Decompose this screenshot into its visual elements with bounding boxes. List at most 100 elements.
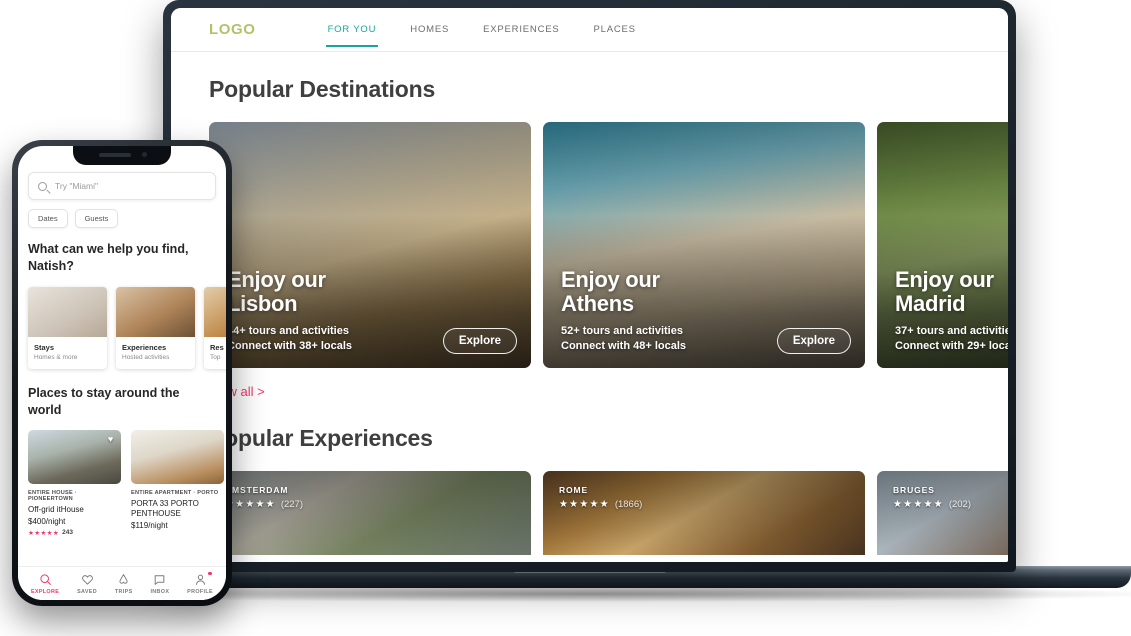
star-rating-icon: ★★★★★ [225,499,276,510]
mockup-stage: LOGO FOR YOU HOMES EXPERIENCES PLACES Po… [0,0,1131,636]
destination-overlay: Enjoy our Madrid 37+ tours and activitie… [895,268,1008,354]
listing-card-row: ♥ ENTIRE HOUSE · PIONEERTOWN Off-grid it… [28,429,224,537]
filter-chip-row: Dates Guests [28,209,216,228]
heart-icon[interactable]: ♥ [106,434,115,444]
review-count: (202) [948,499,972,510]
photo-scrim [543,471,865,555]
tab-profile[interactable]: PROFILE [187,571,213,595]
category-name-restaurants: Res [210,342,224,352]
listing-rating-ithouse: ★★★★★ 243 [28,529,121,537]
search-icon [38,181,47,191]
phone-screen: Try "Miami" Dates Guests What can we hel… [18,146,226,600]
experience-rating: ★★★★★ (202) [893,499,971,510]
nav-link-for-you[interactable]: FOR YOU [325,8,379,51]
experience-city-bruges: BRUGES [893,485,935,495]
listing-photo-ithouse: ♥ [28,429,121,484]
listing-name-porta33: PORTA 33 PORTO PENTHOUSE [131,498,199,518]
tab-label-saved: SAVED [77,588,97,595]
destination-overlay: Enjoy our Lisbon 44+ tours and activitie… [227,268,517,354]
nav-link-places[interactable]: PLACES [594,8,636,51]
category-sub-stays: Homes & more [34,353,78,361]
star-rating-icon: ★★★★★ [28,529,60,537]
primary-nav: FOR YOU HOMES EXPERIENCES PLACES [325,8,636,51]
destination-title-lisbon: Enjoy our Lisbon [227,268,517,315]
laptop-screen: LOGO FOR YOU HOMES EXPERIENCES PLACES Po… [171,8,1008,562]
person-icon [195,574,205,585]
destination-card-madrid[interactable]: Enjoy our Madrid 37+ tours and activitie… [877,122,1008,368]
experience-rating: ★★★★★ (1866) [559,499,642,510]
destination-card-athens[interactable]: Enjoy our Athens 52+ tours and activitie… [543,122,865,368]
tab-inbox[interactable]: INBOX [150,573,169,595]
filter-chip-dates[interactable]: Dates [28,209,68,228]
experience-city-amsterdam: AMSTERDAM [225,485,289,495]
destination-title-line1: Enjoy our [227,267,326,293]
experience-card-rome[interactable]: ROME ★★★★★ (1866) [543,471,865,555]
tab-saved[interactable]: SAVED [77,573,97,595]
destination-meta-madrid: 37+ tours and activities Connect with 29… [895,324,1008,354]
tab-label-profile: PROFILE [187,588,213,595]
laptop-mockup: LOGO FOR YOU HOMES EXPERIENCES PLACES Po… [13,0,1131,602]
review-count: (227) [280,499,304,510]
destination-tours: 37+ tours and activities [895,325,1008,338]
category-photo-experiences [116,286,195,337]
category-card-stays[interactable]: Stays Homes & more [28,286,107,369]
destination-title-madrid: Enjoy our Madrid [895,268,1008,315]
experience-city-rome: ROME [559,485,589,495]
explore-button-athens[interactable]: Explore [776,328,851,354]
tab-label-trips: TRIPS [114,588,133,595]
experience-card-row: AMSTERDAM ★★★★★ (227) ROME ★★★★★ (1866) … [209,471,1008,555]
filter-chip-guests[interactable]: Guests [74,209,119,228]
front-camera-icon [142,152,147,157]
tab-trips[interactable]: TRIPS [115,573,133,595]
photo-scrim [209,471,531,555]
category-card-experiences[interactable]: Experiences Hosted activities [116,286,195,369]
destination-title-athens: Enjoy our Athens [561,268,851,315]
nav-link-homes[interactable]: HOMES [410,8,449,51]
experience-card-bruges[interactable]: BRUGES ★★★★★ (202) [877,471,1008,555]
phone-mockup: Try "Miami" Dates Guests What can we hel… [12,140,232,606]
tab-label-explore: EXPLORE [30,588,60,595]
brand-logo[interactable]: LOGO [209,21,256,38]
explore-button-lisbon[interactable]: Explore [442,328,517,354]
phone-app-content: Try "Miami" Dates Guests What can we hel… [18,146,226,600]
listing-photo-porta33 [131,429,224,484]
destination-locals: Connect with 29+ locals [895,340,1008,353]
tab-label-inbox: INBOX [150,588,170,595]
listing-card-ithouse[interactable]: ♥ ENTIRE HOUSE · PIONEERTOWN Off-grid it… [28,429,121,537]
search-placeholder: Try "Miami" [55,181,99,191]
heart-icon [81,574,93,585]
category-name-experiences: Experiences [122,342,167,352]
review-count: (1866) [614,499,643,510]
destination-title-line2: Lisbon [227,290,298,316]
destination-meta-athens: 52+ tours and activities Connect with 48… [561,324,686,354]
destination-title-line1: Enjoy our [895,267,994,293]
airbnb-mark-icon [119,573,128,584]
category-text: Stays Homes & more [28,337,107,369]
destination-overlay: Enjoy our Athens 52+ tours and activitie… [561,268,851,354]
destination-footer: 44+ tours and activities Connect with 38… [227,324,517,354]
destination-tours: 44+ tours and activities [227,325,349,338]
phone-frame: Try "Miami" Dates Guests What can we hel… [12,140,232,606]
phone-notch [73,146,171,165]
category-sub-experiences: Hosted activities [122,353,170,361]
listing-kicker-porta33: ENTIRE APARTMENT · PORTO [131,489,219,496]
notification-badge [208,571,212,575]
tab-explore[interactable]: EXPLORE [31,573,59,595]
listing-kicker-ithouse: ENTIRE HOUSE · PIONEERTOWN [28,489,77,502]
experience-card-amsterdam[interactable]: AMSTERDAM ★★★★★ (227) [209,471,531,555]
destination-card-lisbon[interactable]: Enjoy our Lisbon 44+ tours and activitie… [209,122,531,368]
category-text: Res Top [204,337,226,369]
magnifier-icon [39,573,51,585]
site-navbar: LOGO FOR YOU HOMES EXPERIENCES PLACES [171,8,1008,52]
listing-price-porta33: $119/night [131,520,168,530]
destination-card-row: Enjoy our Lisbon 44+ tours and activitie… [209,122,1008,368]
search-input[interactable]: Try "Miami" [28,172,216,200]
page-content: Popular Destinations Enjoy our Lisbon 44… [171,52,1008,562]
listing-card-porta33[interactable]: ENTIRE APARTMENT · PORTO PORTA 33 PORTO … [131,429,224,537]
destination-locals: Connect with 38+ locals [227,340,353,353]
category-sub-restaurants: Top [210,353,221,361]
category-photo-stays [28,286,107,337]
category-card-restaurants[interactable]: Res Top [204,286,226,369]
nav-link-experiences[interactable]: EXPERIENCES [483,8,559,51]
bottom-tab-bar: EXPLORE SAVED TRIPS INBOX PROFILE [18,566,226,600]
